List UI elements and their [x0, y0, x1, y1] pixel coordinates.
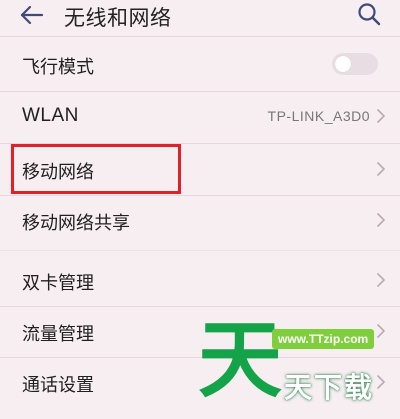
section-divider — [0, 250, 400, 251]
settings-row-airplane-mode[interactable]: 飞行模式 — [0, 40, 400, 90]
settings-row-dual-sim[interactable]: 双卡管理 — [0, 256, 400, 306]
settings-row-label: 移动网络共享 — [22, 213, 130, 234]
chevron-right-icon — [377, 162, 385, 176]
page-title: 无线和网络 — [64, 6, 172, 30]
row-divider — [0, 143, 400, 144]
chevron-right-icon — [377, 109, 385, 123]
settings-row-label: 双卡管理 — [22, 273, 94, 294]
settings-row-data-usage[interactable]: 流量管理 — [0, 307, 400, 357]
settings-row-label: WLAN — [22, 105, 79, 126]
settings-row-label: 飞行模式 — [22, 57, 94, 78]
chevron-right-icon — [377, 213, 385, 227]
airplane-mode-toggle[interactable] — [332, 53, 378, 75]
app-header: 无线和网络 — [0, 0, 400, 30]
chevron-right-icon — [377, 324, 385, 338]
settings-row-call-settings[interactable]: 通话设置 — [0, 358, 400, 408]
settings-row-wlan[interactable]: WLAN TP-LINK_A3D0 — [0, 92, 400, 142]
settings-row-mobile-network[interactable]: 移动网络 — [0, 145, 400, 195]
search-icon[interactable] — [356, 1, 382, 27]
chevron-right-icon — [377, 375, 385, 389]
header-divider — [0, 36, 400, 37]
settings-row-label: 通话设置 — [22, 375, 94, 396]
chevron-right-icon — [377, 273, 385, 287]
settings-row-label: 移动网络 — [22, 162, 94, 183]
settings-row-label: 流量管理 — [22, 324, 94, 345]
toggle-knob — [335, 56, 351, 72]
settings-row-tethering[interactable]: 移动网络共享 — [0, 196, 400, 246]
wlan-network-name: TP-LINK_A3D0 — [267, 108, 370, 124]
arrow-left-icon[interactable] — [18, 2, 46, 28]
